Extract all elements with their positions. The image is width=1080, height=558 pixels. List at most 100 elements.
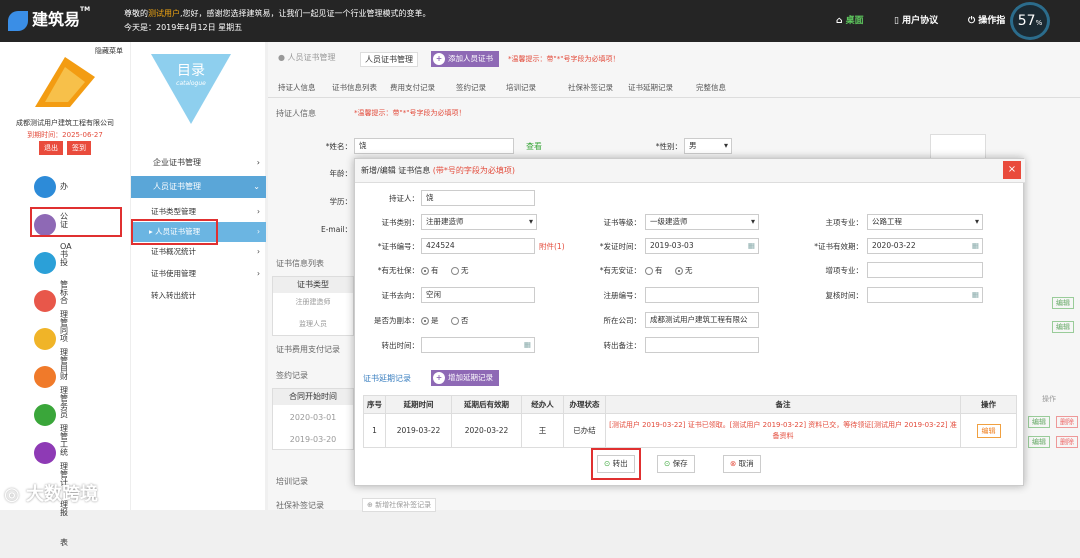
plus-icon: +: [433, 53, 445, 65]
reg-no-field[interactable]: [645, 287, 759, 303]
cancel-icon: ⊗: [730, 459, 739, 468]
safety-yes-radio[interactable]: 有: [645, 265, 663, 276]
delete-button[interactable]: 删除: [1056, 436, 1078, 448]
highlight-personnel-cert: [131, 219, 218, 245]
extra-major-label: 增项专业：: [825, 266, 864, 275]
cert-row-1: 注册建造师: [295, 298, 331, 306]
edit-button[interactable]: 编辑: [1028, 436, 1050, 448]
review-label: 复核时间：: [825, 291, 864, 300]
out-note-field[interactable]: [645, 337, 759, 353]
sub-cert-usage[interactable]: 证书使用管理 ›: [151, 264, 266, 284]
major-select[interactable]: 公路工程: [867, 214, 983, 230]
cert-type-select[interactable]: 注册建造师: [421, 214, 537, 230]
speed-widget[interactable]: 57%: [1010, 2, 1050, 40]
edit-button[interactable]: 编辑: [1028, 416, 1050, 428]
cert-no-field[interactable]: 424524: [421, 238, 535, 254]
view-link[interactable]: 查看: [526, 141, 542, 152]
dest-field[interactable]: 空闲: [421, 287, 535, 303]
out-time-field[interactable]: ▦: [421, 337, 535, 353]
gender-select[interactable]: 男: [684, 138, 732, 154]
today-date: 今天是：2019年4月12日 星期五: [124, 23, 243, 32]
cell-handler: 王: [521, 413, 564, 448]
reg-no-label: 注册编号：: [603, 291, 642, 300]
hide-menu-button[interactable]: 隐藏菜单: [95, 46, 123, 56]
app-logo[interactable]: 建筑易TM: [8, 6, 90, 31]
sub-label: 证书类型管理: [151, 207, 196, 216]
nav-agreement[interactable]: ▯ 用户协议: [894, 13, 938, 26]
social-no-radio[interactable]: 无: [451, 265, 469, 276]
tab-training[interactable]: 培训记录: [506, 82, 536, 93]
calendar-icon[interactable]: ▦: [972, 288, 979, 302]
cancel-button[interactable]: ⊗ 取消: [723, 455, 761, 473]
safety-no-radio[interactable]: 无: [675, 265, 693, 276]
catalog-title: 目录: [177, 63, 205, 79]
cell-no: 1: [363, 413, 386, 448]
menu-enterprise-cert[interactable]: 企业证书管理 ›: [131, 152, 266, 174]
age-label: 年龄：: [329, 169, 353, 178]
valid-date-field[interactable]: 2020-03-22 ▦: [867, 238, 983, 254]
email-label: E-mail：: [320, 225, 352, 234]
copy-no-radio[interactable]: 否: [451, 315, 469, 326]
name-label: *姓名：: [325, 142, 352, 151]
calendar-icon[interactable]: ▦: [972, 239, 979, 253]
tab-cert-list[interactable]: 证书信息列表: [332, 82, 377, 93]
tab-social[interactable]: 社保补签记录: [568, 82, 613, 93]
add-extend-button[interactable]: + 增加延期记录: [431, 370, 499, 386]
checkin-button[interactable]: 签到: [67, 141, 91, 155]
delete-button[interactable]: 删除: [1056, 416, 1078, 428]
radio-label: 有: [655, 266, 663, 275]
row-edit-button[interactable]: 编辑: [976, 423, 1001, 438]
calendar-icon[interactable]: ▦: [748, 239, 755, 253]
op-header: 操作: [1042, 395, 1056, 403]
logout-button[interactable]: 退出: [39, 141, 63, 155]
holder-info-title: 持证人信息: [276, 109, 316, 118]
sub-label: 证书使用管理: [151, 269, 196, 278]
edit-button[interactable]: 编辑: [1052, 321, 1074, 333]
dot-icon: ●: [278, 53, 288, 62]
col-time: 延期时间: [385, 395, 452, 414]
radio-label: 否: [461, 316, 469, 325]
social-yes-radio[interactable]: 有: [421, 265, 439, 276]
tab-personnel-cert[interactable]: 人员证书管理: [360, 52, 418, 67]
extra-major-field[interactable]: [867, 262, 983, 278]
training-title: 培训记录: [276, 477, 308, 486]
project-icon: [34, 328, 56, 350]
tab-extend[interactable]: 证书延期记录: [628, 82, 673, 93]
tab-holder-info[interactable]: 持证人信息: [278, 82, 316, 93]
name-field[interactable]: 饶: [354, 138, 514, 154]
menu-personnel-cert[interactable]: 人员证书管理 ⌄: [131, 176, 266, 198]
sub-transfer-stats[interactable]: 转入转出统计: [151, 286, 266, 306]
col-status: 办理状态: [563, 395, 606, 414]
save-button[interactable]: ⊙ 保存: [657, 455, 695, 473]
tab-full-info[interactable]: 完整信息: [696, 82, 726, 93]
issue-date-field[interactable]: 2019-03-03 ▦: [645, 238, 759, 254]
edit-cert-dialog: 新增/编辑 证书信息 (带*号的字段为必填项) × 持证人： 饶 证书类别： 注…: [354, 158, 1025, 486]
col-no: 序号: [363, 395, 386, 414]
watermark-text: 大数跨境: [25, 484, 98, 505]
bid-icon: [34, 252, 56, 274]
company-field[interactable]: 成都测试用户建筑工程有限公: [645, 312, 759, 328]
cert-level-select[interactable]: 一级建造师: [645, 214, 759, 230]
sub-cert-overview[interactable]: 证书概况统计 ›: [151, 242, 266, 262]
speed-unit: %: [1035, 19, 1043, 27]
plus-icon: +: [433, 372, 445, 384]
trademark: TM: [80, 6, 91, 13]
add-cert-button[interactable]: + 添加人员证书: [431, 51, 499, 67]
plus-icon: ⊕: [367, 501, 376, 509]
contract-start-header: 合同开始时间: [273, 389, 353, 405]
calendar-icon[interactable]: ▦: [524, 338, 531, 352]
col-handler: 经办人: [521, 395, 564, 414]
review-date-field[interactable]: ▦: [867, 287, 983, 303]
attachment-link[interactable]: 附件(1): [539, 241, 565, 252]
tab-fee[interactable]: 费用支付记录: [390, 82, 435, 93]
edit-button[interactable]: 编辑: [1052, 297, 1074, 309]
extend-title: 证书延期记录: [363, 374, 411, 383]
close-icon[interactable]: ×: [1003, 161, 1021, 179]
col-op: 操作: [960, 395, 1017, 414]
copy-yes-radio[interactable]: 是: [421, 315, 439, 326]
nav-guide[interactable]: ⏻ 操作指: [968, 13, 1005, 26]
tab-sign[interactable]: 签约记录: [456, 82, 486, 93]
nav-desktop[interactable]: ⌂ 桌面: [836, 13, 864, 26]
holder-field[interactable]: 饶: [421, 190, 535, 206]
company-info: 成都测试用户建筑工程有限公司 到期时间：2025-06-27 退出 签到: [0, 117, 130, 155]
